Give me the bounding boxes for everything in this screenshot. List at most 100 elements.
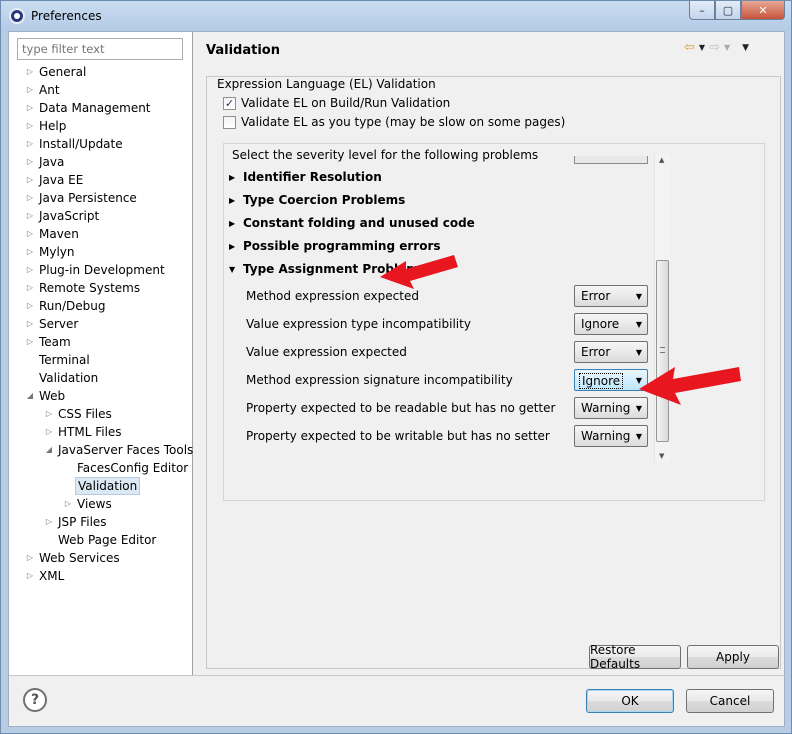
collapsed-arrow-icon[interactable]: ▷ [44,423,54,441]
tree-item[interactable]: ▷ Run/Debug [9,297,193,315]
section-header[interactable]: ▶ Constant folding and unused code [229,216,475,230]
close-button[interactable]: ✕ [741,1,785,20]
tree-item[interactable]: ▷ Java EE [9,171,193,189]
collapsed-arrow-icon[interactable]: ▷ [25,171,35,189]
checkbox-checked-icon: ✓ [223,96,236,110]
tree-item[interactable]: ▷ HTML Files [9,423,193,441]
validate-el-typing-checkbox[interactable]: Validate EL as you type (may be slow on … [223,115,565,129]
back-arrow-icon[interactable]: ⇦ [684,40,695,55]
section-header[interactable]: ▶ Type Coercion Problems [229,193,405,207]
collapsed-arrow-icon[interactable]: ▷ [25,153,35,171]
section-label: Constant folding and unused code [243,216,475,230]
collapsed-arrow-icon[interactable]: ▷ [25,279,35,297]
severity-combo[interactable]: Error ▼ [574,341,648,363]
tree-item-label: Validation [39,371,99,385]
tree-item-label: Install/Update [39,137,123,151]
chevron-down-icon: ▼ [635,376,642,385]
tree-item[interactable]: ▷ Help [9,117,193,135]
tree-item-label: Mylyn [39,245,75,259]
ok-button[interactable]: OK [586,689,674,713]
tree-item[interactable]: FacesConfig Editor [9,459,193,477]
restore-defaults-button[interactable]: Restore Defaults [589,643,681,671]
maximize-button[interactable]: ▢ [715,1,741,20]
tree-item[interactable]: ▷ Ant [9,81,193,99]
collapsed-arrow-icon[interactable]: ▷ [63,495,73,513]
severity-combo[interactable]: Ignore ▼ [574,369,648,391]
tree-item-label: HTML Files [58,425,122,439]
apply-button[interactable]: Apply [687,645,779,669]
collapsed-arrow-icon[interactable]: ▷ [25,63,35,81]
tree-item[interactable]: ▷ General [9,63,193,81]
section-header[interactable]: ▼ Type Assignment Problems [229,262,426,276]
tree-item-label: Server [39,317,79,331]
severity-combo[interactable]: Error ▼ [574,285,648,307]
tree-item[interactable]: ▷ Server [9,315,193,333]
collapsed-arrow-icon[interactable]: ▷ [25,189,35,207]
title-bar[interactable]: Preferences – ▢ ✕ [1,1,791,31]
tree-item[interactable]: Terminal [9,351,193,369]
tree-item[interactable]: ▷ Data Management [9,99,193,117]
tree-item[interactable]: ◢ Web [9,387,193,405]
tree-item[interactable]: ▷ Remote Systems [9,279,193,297]
tree-item[interactable]: ◢ JavaServer Faces Tools [9,441,193,459]
vertical-scrollbar[interactable]: ▲ ▼ [654,154,670,462]
tree-item[interactable]: ▷ XML [9,567,193,585]
collapsed-arrow-icon[interactable]: ▷ [25,207,35,225]
tree-item[interactable]: Validation [9,369,193,387]
collapsed-arrow-icon[interactable]: ▷ [25,99,35,117]
section-header[interactable]: ▶ Identifier Resolution [229,170,382,184]
tree-item[interactable]: ▷ Team [9,333,193,351]
tree-item[interactable]: ▷ Mylyn [9,243,193,261]
tree-item-label: Web [39,389,66,403]
severity-combo[interactable]: Ignore ▼ [574,313,648,335]
tree-item[interactable]: ▷ JSP Files [9,513,193,531]
tree-item[interactable]: ▷ Install/Update [9,135,193,153]
collapsed-arrow-icon[interactable]: ▷ [25,135,35,153]
checkbox-label: Validate EL on Build/Run Validation [241,96,451,110]
filter-input[interactable] [17,38,183,60]
severity-combo[interactable]: Warning ▼ [574,397,648,419]
tree-item[interactable]: ▷ Java Persistence [9,189,193,207]
collapsed-arrow-icon[interactable]: ▷ [25,243,35,261]
collapsed-arrow-icon[interactable]: ▷ [25,315,35,333]
minimize-button[interactable]: – [689,1,715,20]
scroll-thumb[interactable] [656,260,669,442]
collapsed-arrow-icon[interactable]: ▷ [25,81,35,99]
tree-item[interactable]: Validation [9,477,193,495]
collapsed-arrow-icon[interactable]: ▷ [25,117,35,135]
tree-item[interactable]: ▷ JavaScript [9,207,193,225]
severity-combo[interactable]: Warning ▼ [574,425,648,447]
collapsed-arrow-icon[interactable]: ▷ [25,225,35,243]
help-icon[interactable]: ? [23,688,47,712]
page-navigation: ⇦ ▼ ⇨ ▼ ▼ [684,40,749,55]
expanded-arrow-icon[interactable]: ◢ [44,441,54,459]
forward-dropdown-icon[interactable]: ▼ [724,43,730,52]
validate-el-build-checkbox[interactable]: ✓ Validate EL on Build/Run Validation [223,96,450,110]
cancel-button[interactable]: Cancel [686,689,774,713]
chevron-down-icon: ▼ [635,404,642,413]
collapsed-arrow-icon[interactable]: ▷ [25,549,35,567]
tree-item[interactable]: ▷ CSS Files [9,405,193,423]
collapsed-arrow-icon[interactable]: ▷ [25,261,35,279]
tree-item[interactable]: ▷ Maven [9,225,193,243]
collapsed-arrow-icon[interactable]: ▷ [25,333,35,351]
tree-item[interactable]: ▷ Java [9,153,193,171]
back-dropdown-icon[interactable]: ▼ [699,43,705,52]
expanded-arrow-icon[interactable]: ◢ [25,387,35,405]
section-header[interactable]: ▶ Possible programming errors [229,239,441,253]
forward-arrow-icon[interactable]: ⇨ [709,40,720,55]
tree-item[interactable]: ▷ Views [9,495,193,513]
tree-item[interactable]: ▷ Web Services [9,549,193,567]
chevron-down-icon: ▼ [635,432,642,441]
collapsed-arrow-icon[interactable]: ▷ [25,297,35,315]
collapsed-arrow-icon[interactable]: ▷ [44,513,54,531]
collapsed-arrow-icon[interactable]: ▷ [44,405,54,423]
tree-item[interactable]: ▷ Plug-in Development [9,261,193,279]
checkbox-label: Validate EL as you type (may be slow on … [241,115,566,129]
tree-item-label: Views [77,497,112,511]
collapsed-arrow-icon[interactable]: ▷ [25,567,35,585]
scroll-down-icon[interactable]: ▼ [659,452,664,460]
view-menu-icon[interactable]: ▼ [742,43,749,53]
tree-item[interactable]: Web Page Editor [9,531,193,549]
scroll-up-icon[interactable]: ▲ [659,156,664,164]
